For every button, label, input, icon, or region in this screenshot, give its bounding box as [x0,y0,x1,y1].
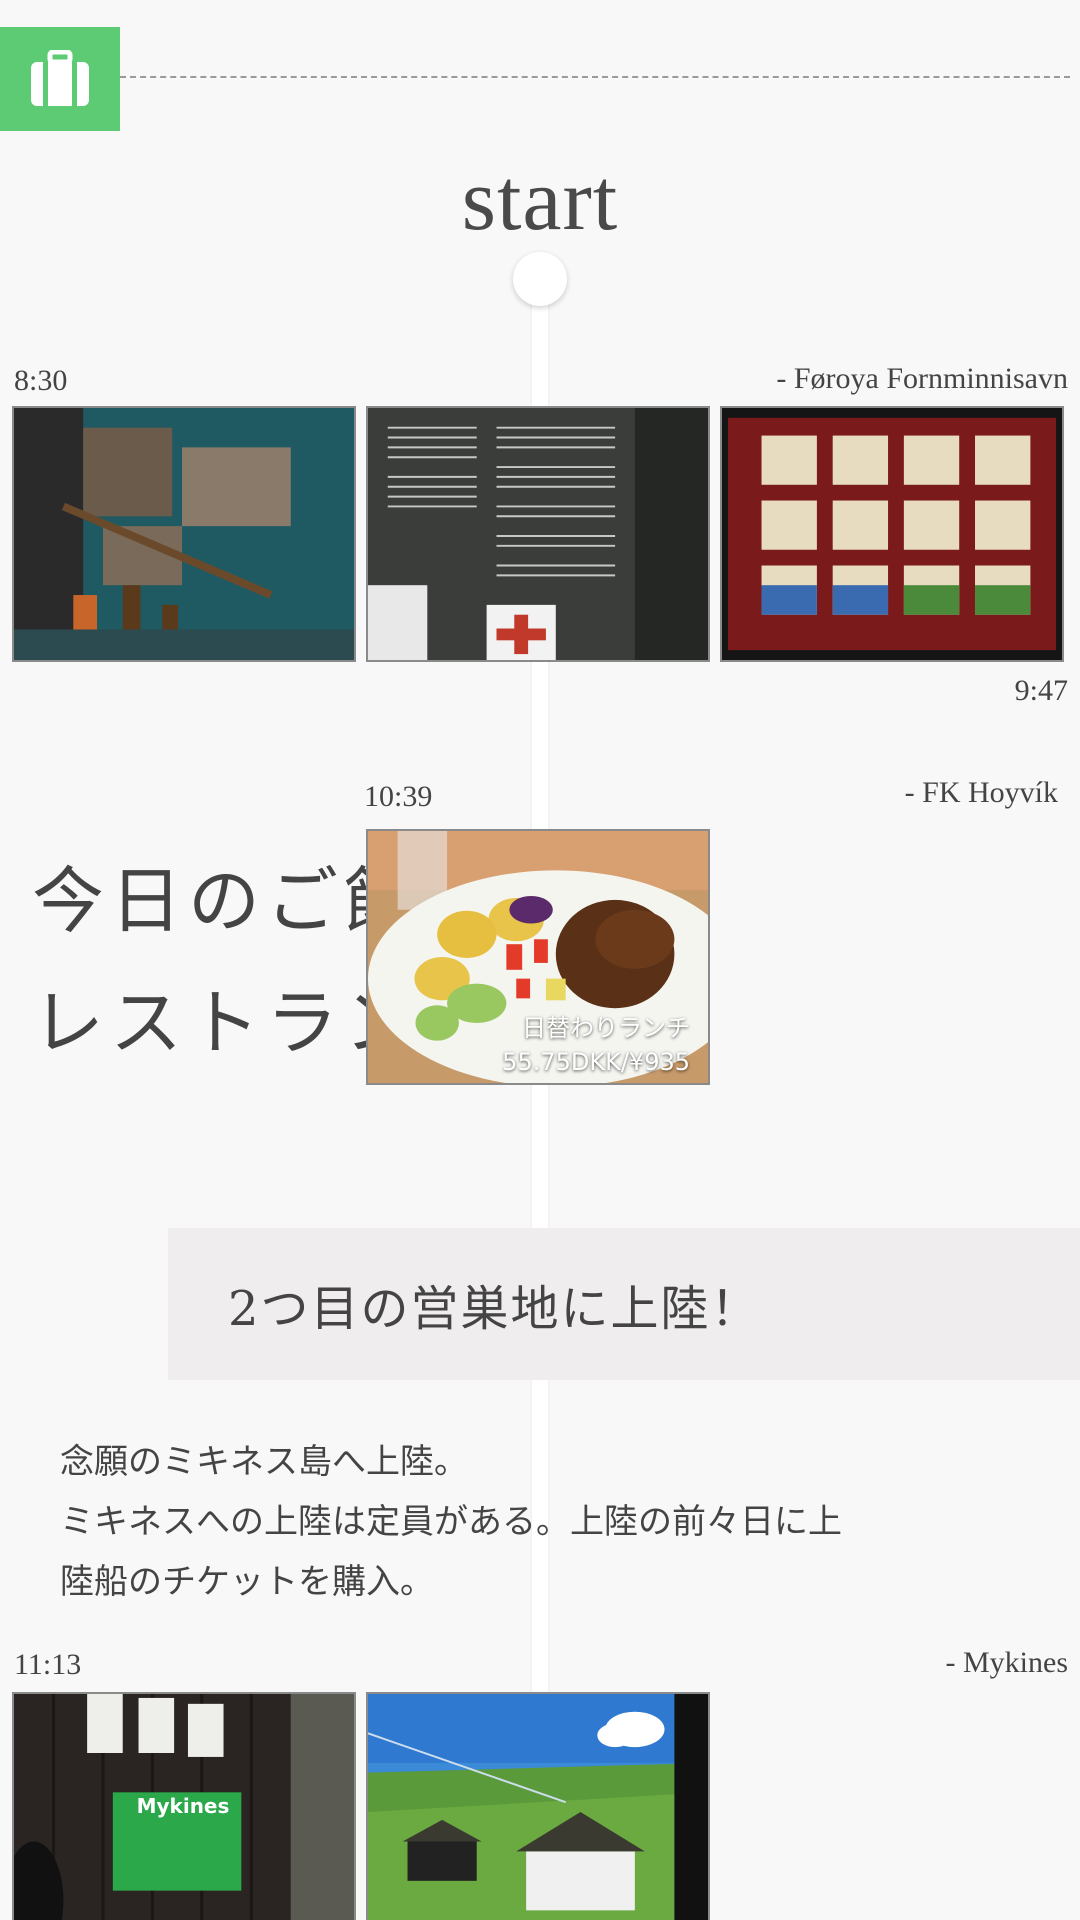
travel-bag-button[interactable] [0,27,120,131]
meal-heading-line1: 今日のご飯 [32,859,423,943]
start-title: start [461,152,619,249]
meal-heading: 今日のご飯 レストラン [32,840,422,1084]
photo-museum-text-panel[interactable] [366,406,710,662]
section-title: 2つ目の営巣地に上陸！ [228,1281,761,1337]
section-banner: 2つ目の営巣地に上陸！ [168,1228,1080,1380]
lunch-caption-name: 日替わりランチ [522,1014,690,1042]
lunch-place: - FK Hoyvík [904,776,1058,809]
photo-mykines-village[interactable] [366,1692,710,1920]
mykines-time: 11:13 [14,1648,82,1681]
header-dashed-divider [120,76,1070,78]
photo-mykines-sign[interactable]: Mykines [12,1692,356,1920]
section-body: 念願のミキネス島へ上陸。 ミキネスへの上陸は定員がある。上陸の前々日に上 陸船の… [60,1432,920,1612]
timeline-start-knob [513,252,567,306]
section-body-line2: ミキネスへの上陸は定員がある。上陸の前々日に上 [60,1502,842,1542]
mykines-sign-label: Mykines [136,1794,230,1818]
lunch-caption: 日替わりランチ 55.75DKK/¥935 [502,1011,690,1079]
lunch-caption-price: 55.75DKK/¥935 [502,1048,690,1076]
section-body-line3: 陸船のチケットを購入。 [60,1562,434,1602]
photo-museum-artifacts[interactable] [12,406,356,662]
entry-end-time: 9:47 [1014,674,1068,707]
section-body-line1: 念願のミキネス島へ上陸。 [60,1442,468,1482]
mykines-place: - Mykines [945,1646,1069,1679]
entry-place: - Føroya Fornminnisavn [776,362,1068,395]
meal-heading-line2: レストラン [32,981,423,1065]
suitcase-icon [31,50,89,106]
photo-daily-lunch[interactable]: 日替わりランチ 55.75DKK/¥935 [366,829,710,1085]
entry-start-time: 8:30 [14,364,68,397]
lunch-time: 10:39 [364,780,433,813]
photo-museum-tapestry[interactable] [720,406,1064,662]
